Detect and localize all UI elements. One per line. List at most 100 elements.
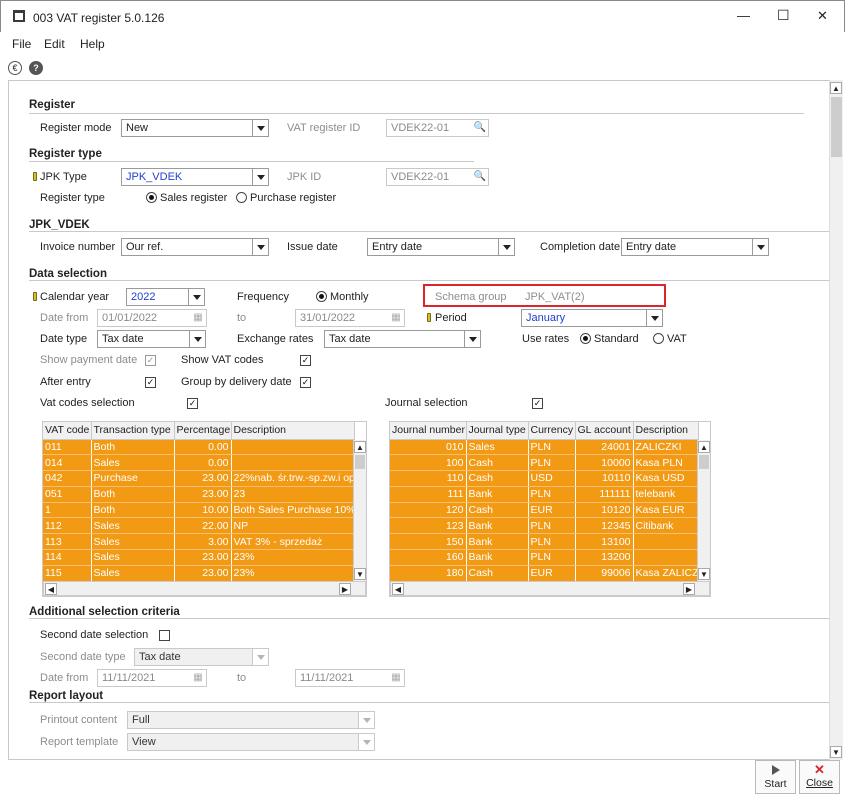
search-icon[interactable]: 🔍 (472, 169, 488, 185)
column-header[interactable]: Currency (528, 422, 576, 440)
table-row[interactable]: 123 Bank PLN 12345 Citibank (390, 517, 699, 535)
minimize-button[interactable]: — (737, 8, 750, 23)
column-header[interactable]: Transaction type (91, 422, 175, 440)
calendar-icon[interactable]: ▦ (190, 670, 206, 686)
table-row[interactable]: 011 Both 0.00 (43, 439, 355, 456)
maximize-button[interactable]: ☐ (777, 7, 790, 24)
column-header[interactable]: Description (231, 422, 355, 440)
sales-register-radio[interactable] (146, 192, 157, 203)
table-row[interactable]: 180CashEUR99006Kasa ZALICZKI (390, 565, 699, 582)
chevron-down-icon[interactable] (464, 331, 480, 347)
chevron-down-icon[interactable] (358, 712, 374, 728)
scroll-right-icon[interactable]: ▶ (339, 583, 351, 595)
exchange-rates-select[interactable]: Tax date (324, 330, 481, 348)
menu-edit[interactable]: Edit (44, 37, 65, 51)
show-vat-codes-checkbox[interactable]: ✓ (300, 355, 311, 366)
column-header[interactable]: Journal type (466, 422, 529, 440)
table-row[interactable]: 150 Bank PLN 13100 (390, 533, 699, 551)
table-row[interactable]: 160 Bank PLN 13200 (390, 549, 699, 566)
table-row[interactable]: 042 Purchase 23.00 22%nab. śr.trw.-sp.zw.i … (43, 470, 355, 487)
main-vscroll[interactable]: ▲ ▼ (829, 80, 843, 760)
calendar-year-select[interactable]: 2022 (126, 288, 205, 306)
second-date-to-field[interactable]: 11/11/2021 ▦ (295, 669, 405, 687)
start-button[interactable]: Start (755, 760, 796, 794)
scroll-right-icon[interactable]: ▶ (683, 583, 695, 595)
vat-register-id-field[interactable]: VDEK22-01 🔍 (386, 119, 489, 137)
chevron-down-icon[interactable] (252, 120, 268, 136)
menu-help[interactable]: Help (80, 37, 105, 51)
table-row[interactable]: 014 Sales 0.00 (43, 454, 355, 472)
scroll-up-icon[interactable]: ▲ (354, 441, 366, 453)
scroll-down-icon[interactable]: ▼ (354, 568, 366, 580)
scroll-left-icon[interactable]: ◀ (392, 583, 404, 595)
column-header[interactable]: Percentage (174, 422, 232, 440)
chevron-down-icon[interactable] (252, 169, 268, 185)
invoice-number-select[interactable]: Our ref. (121, 238, 269, 256)
table-row[interactable]: 1 Both 10.00 Both Sales Purchase 10% (43, 502, 355, 519)
second-date-from-field[interactable]: 11/11/2021 ▦ (97, 669, 207, 687)
chevron-down-icon[interactable] (252, 239, 268, 255)
calendar-icon[interactable]: ▦ (388, 670, 404, 686)
table-row[interactable]: 114 Sales 23.00 23% (43, 549, 355, 566)
search-icon[interactable]: 🔍 (472, 120, 488, 136)
column-header[interactable]: Journal number (390, 422, 467, 440)
help-icon[interactable]: ? (29, 61, 43, 75)
table-row[interactable]: 120 Cash EUR 10120 Kasa EUR (390, 502, 699, 519)
table-row[interactable]: 113 Sales 3.00 VAT 3% - sprzedaż (43, 533, 355, 551)
printout-content-select[interactable]: Full (127, 711, 375, 729)
close-button[interactable]: ✕ Close (799, 760, 840, 794)
table-row[interactable]: 110 Cash USD 10110 Kasa USD (390, 470, 699, 487)
jpk-id-field[interactable]: VDEK22-01 🔍 (386, 168, 489, 186)
completion-date-select[interactable]: Entry date (621, 238, 769, 256)
show-payment-date-checkbox[interactable]: ✓ (145, 355, 156, 366)
date-from-field[interactable]: 01/01/2022 ▦ (97, 309, 207, 327)
euro-icon[interactable]: € (8, 61, 22, 75)
scroll-thumb[interactable] (699, 455, 709, 469)
chevron-down-icon[interactable] (498, 239, 514, 255)
jpk-type-select[interactable]: JPK_VDEK (121, 168, 269, 186)
table-row[interactable]: 111 Bank PLN 111111 telebank (390, 486, 699, 503)
table-row[interactable]: 051 Both 23.00 23 (43, 486, 355, 503)
scroll-up-icon[interactable]: ▲ (698, 441, 710, 453)
second-date-selection-checkbox[interactable] (159, 630, 170, 641)
scroll-left-icon[interactable]: ◀ (45, 583, 57, 595)
journal-selection-checkbox[interactable]: ✓ (532, 398, 543, 409)
date-type-select[interactable]: Tax date (97, 330, 206, 348)
group-by-delivery-date-checkbox[interactable]: ✓ (300, 377, 311, 388)
scroll-down-icon[interactable]: ▼ (698, 568, 710, 580)
column-header[interactable]: Description (633, 422, 699, 440)
purchase-register-radio[interactable] (236, 192, 247, 203)
scroll-thumb[interactable] (355, 455, 365, 469)
monthly-radio[interactable] (316, 291, 327, 302)
table-row[interactable]: 115 Sales 23.00 23% (43, 565, 355, 582)
journal-grid-vscroll[interactable]: ▲ ▼ (697, 440, 710, 581)
close-window-button[interactable]: ✕ (817, 8, 828, 24)
vat-radio[interactable] (653, 333, 664, 344)
chevron-down-icon[interactable] (189, 331, 205, 347)
chevron-down-icon[interactable] (646, 310, 662, 326)
after-entry-checkbox[interactable]: ✓ (145, 377, 156, 388)
menu-file[interactable]: File (12, 37, 31, 51)
vat-codes-selection-checkbox[interactable]: ✓ (187, 398, 198, 409)
date-to-field[interactable]: 31/01/2022 ▦ (295, 309, 405, 327)
table-row[interactable]: 100 Cash PLN 10000 Kasa PLN (390, 454, 699, 472)
report-template-select[interactable]: View (127, 733, 375, 751)
calendar-icon[interactable]: ▦ (190, 310, 206, 326)
vat-grid-hscroll[interactable]: ◀ ▶ (43, 581, 366, 596)
chevron-down-icon[interactable] (188, 289, 204, 305)
vat-grid-vscroll[interactable]: ▲ ▼ (353, 440, 366, 581)
calendar-icon[interactable]: ▦ (388, 310, 404, 326)
scroll-up-icon[interactable]: ▲ (830, 82, 842, 94)
scroll-down-icon[interactable]: ▼ (830, 746, 842, 758)
table-row[interactable]: 112 Sales 22.00 NP (43, 517, 355, 535)
journal-grid-hscroll[interactable]: ◀ ▶ (390, 581, 710, 596)
chevron-down-icon[interactable] (358, 734, 374, 750)
issue-date-select[interactable]: Entry date (367, 238, 515, 256)
second-date-type-select[interactable]: Tax date (134, 648, 269, 666)
column-header[interactable]: GL account (575, 422, 634, 440)
period-select[interactable]: January (521, 309, 663, 327)
standard-radio[interactable] (580, 333, 591, 344)
scroll-thumb[interactable] (831, 97, 842, 157)
register-mode-select[interactable]: New (121, 119, 269, 137)
column-header[interactable]: VAT code (43, 422, 92, 440)
